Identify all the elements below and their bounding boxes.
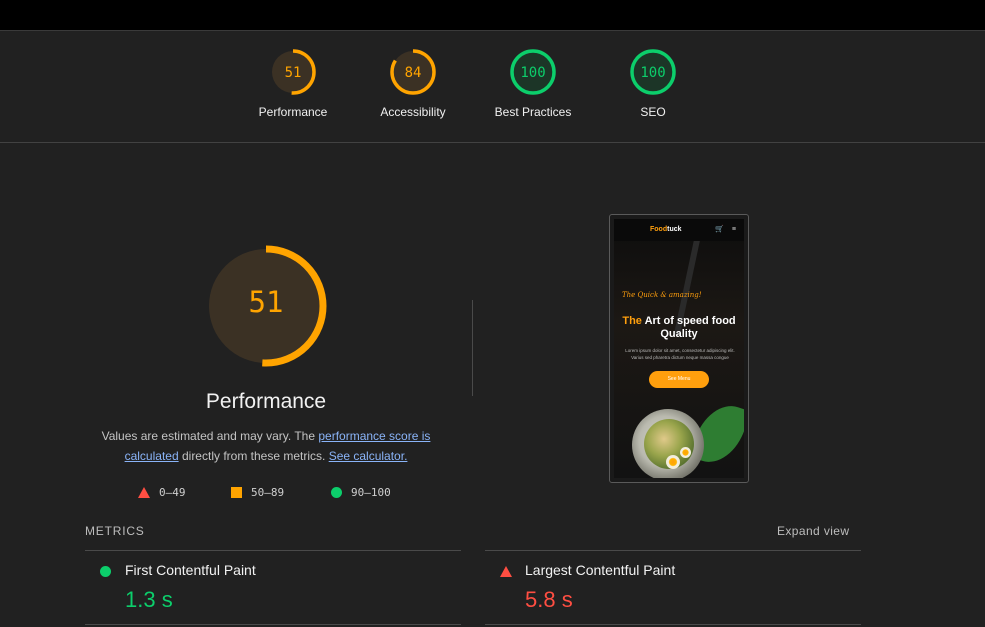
legend-label: 90–100: [351, 486, 391, 499]
metrics-heading: METRICS: [85, 524, 145, 538]
cart-menu-icon: 🛒 ≡: [715, 226, 739, 233]
section-divider: [472, 300, 473, 396]
gauge-performance[interactable]: 51 Performance: [238, 47, 348, 119]
gauge-best-practices[interactable]: 100 Best Practices: [478, 47, 588, 119]
metrics-divider: [485, 624, 861, 625]
performance-gauge-ring: 51: [205, 245, 327, 367]
metric-first-contentful-paint: First Contentful Paint 1.3 s: [85, 551, 461, 625]
metrics-divider: [85, 624, 461, 625]
preview-brand: Foodtuck: [650, 226, 682, 233]
gauge-score: 51: [285, 65, 302, 81]
category-gauges: 51 Performance 84 Accessibility 100 Best…: [0, 32, 985, 143]
legend-label: 0–49: [159, 486, 186, 499]
gauge-label: Performance: [258, 105, 328, 119]
preview-menu-button: See Menu: [649, 371, 709, 388]
performance-score: 51: [249, 285, 284, 319]
legend-item-good: 90–100: [331, 486, 391, 499]
metric-value: 1.3 s: [125, 587, 173, 612]
score-legend: 0–49 50–89 90–100: [138, 486, 418, 502]
gauge-ring: 84: [390, 49, 436, 95]
preview-canvas: Foodtuck 🛒 ≡ The Quick & amazing! The Ar…: [614, 219, 744, 478]
gauge-score: 100: [520, 65, 545, 81]
desc-text: directly from these metrics.: [178, 449, 329, 463]
gauge-seo[interactable]: 100 SEO: [598, 47, 708, 119]
see-calculator-link[interactable]: See calculator.: [329, 449, 408, 463]
gauge-score: 84: [405, 65, 422, 81]
poor-triangle-icon: [500, 566, 512, 577]
metric-largest-contentful-paint: Largest Contentful Paint 5.8 s: [485, 551, 861, 625]
gauge-label: Best Practices: [494, 105, 572, 119]
legend-item-poor: 0–49: [138, 486, 186, 499]
good-circle-icon: [100, 566, 111, 577]
desc-text: Values are estimated and may vary. The: [101, 429, 319, 443]
metric-value: 5.8 s: [525, 587, 573, 612]
gauge-score: 100: [640, 65, 665, 81]
legend-label: 50–89: [251, 486, 285, 499]
gauge-label: SEO: [640, 105, 666, 119]
egg-image: [666, 455, 680, 469]
page-screenshot-preview: Foodtuck 🛒 ≡ The Quick & amazing! The Ar…: [609, 214, 749, 483]
preview-heading: The Art of speed food Quality: [622, 315, 736, 340]
preview-navbar: Foodtuck 🛒 ≡: [614, 219, 744, 241]
preview-tagline: The Quick & amazing!: [622, 291, 702, 299]
gauge-label: Accessibility: [380, 105, 446, 119]
top-bar: [0, 0, 985, 31]
legend-item-average: 50–89: [231, 486, 284, 499]
gauge-ring: 100: [630, 49, 676, 95]
gauge-ring: 51: [270, 49, 316, 95]
performance-title: Performance: [205, 390, 327, 413]
triangle-icon: [138, 487, 150, 498]
metric-name: Largest Contentful Paint: [525, 562, 676, 578]
gauge-accessibility[interactable]: 84 Accessibility: [358, 47, 468, 119]
circle-icon: [331, 487, 342, 498]
gauge-ring: 100: [510, 49, 556, 95]
performance-description: Values are estimated and may vary. The p…: [96, 426, 436, 466]
performance-gauge: 51: [200, 240, 332, 372]
preview-body-text: Lorem ipsum dolor sit amet, consectetur …: [625, 348, 735, 360]
expand-view-toggle[interactable]: Expand view: [777, 524, 849, 538]
square-icon: [231, 487, 242, 498]
metric-name: First Contentful Paint: [125, 562, 256, 578]
egg-image: [680, 447, 691, 458]
